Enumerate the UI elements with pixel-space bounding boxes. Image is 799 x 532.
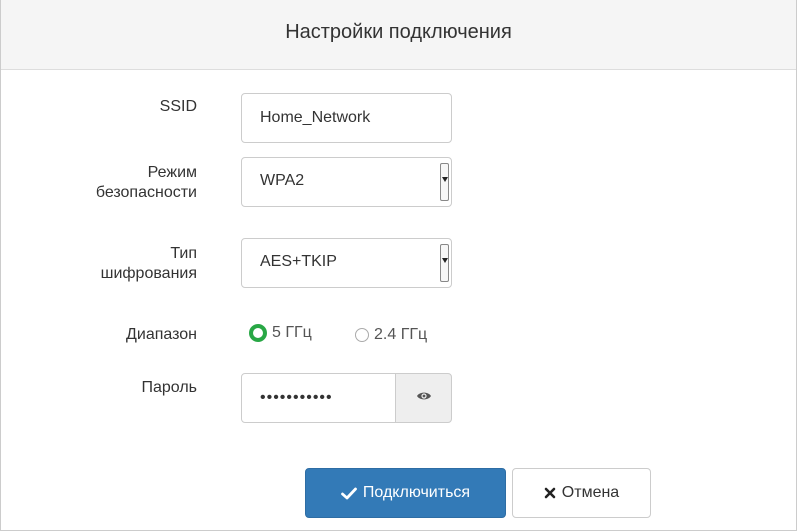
close-icon	[544, 487, 556, 499]
select-arrow-icon[interactable]	[440, 244, 449, 282]
cancel-button[interactable]: Отмена	[512, 468, 651, 518]
password-input[interactable]: •••••••••••	[241, 373, 396, 423]
radio-checked-icon[interactable]	[249, 324, 267, 342]
security-mode-label-line2: безопасности	[95, 184, 197, 201]
encryption-type-label-line2: шифрования	[100, 265, 197, 282]
band-radio-5ghz[interactable]: 5 ГГц	[249, 324, 312, 342]
band-label: Диапазон	[126, 326, 197, 343]
ssid-input[interactable]	[241, 93, 452, 143]
cancel-button-label: Отмена	[561, 484, 620, 501]
security-mode-value: WPA2	[260, 172, 305, 189]
select-arrow-icon[interactable]	[440, 163, 449, 201]
eye-icon	[416, 389, 432, 407]
connect-button[interactable]: Подключиться	[305, 468, 506, 518]
security-mode-select[interactable]: WPA2	[241, 157, 452, 207]
radio-unchecked-icon[interactable]	[355, 328, 369, 342]
checkmark-icon	[341, 487, 357, 500]
connection-settings-dialog: Настройки подключения SSID Режим безопас…	[0, 0, 797, 531]
password-group: •••••••••••	[241, 373, 452, 423]
dialog-header: Настройки подключения	[1, 0, 796, 70]
connect-button-label: Подключиться	[362, 484, 471, 501]
band-radio-2-4ghz[interactable]: 2.4 ГГц	[355, 326, 427, 344]
band-option-label: 5 ГГц	[272, 324, 312, 341]
band-option-label: 2.4 ГГц	[374, 326, 428, 343]
security-mode-label: Режим безопасности	[37, 163, 197, 203]
show-password-button[interactable]	[395, 373, 452, 423]
encryption-type-label-line1: Тип	[170, 245, 197, 262]
password-label: Пароль	[141, 379, 197, 396]
encryption-type-select[interactable]: AES+TKIP	[241, 238, 452, 288]
security-mode-label-line1: Режим	[147, 164, 197, 181]
encryption-type-label: Тип шифрования	[37, 244, 197, 284]
ssid-label: SSID	[159, 98, 197, 115]
encryption-type-value: AES+TKIP	[260, 253, 337, 270]
dialog-title: Настройки подключения	[285, 21, 512, 43]
